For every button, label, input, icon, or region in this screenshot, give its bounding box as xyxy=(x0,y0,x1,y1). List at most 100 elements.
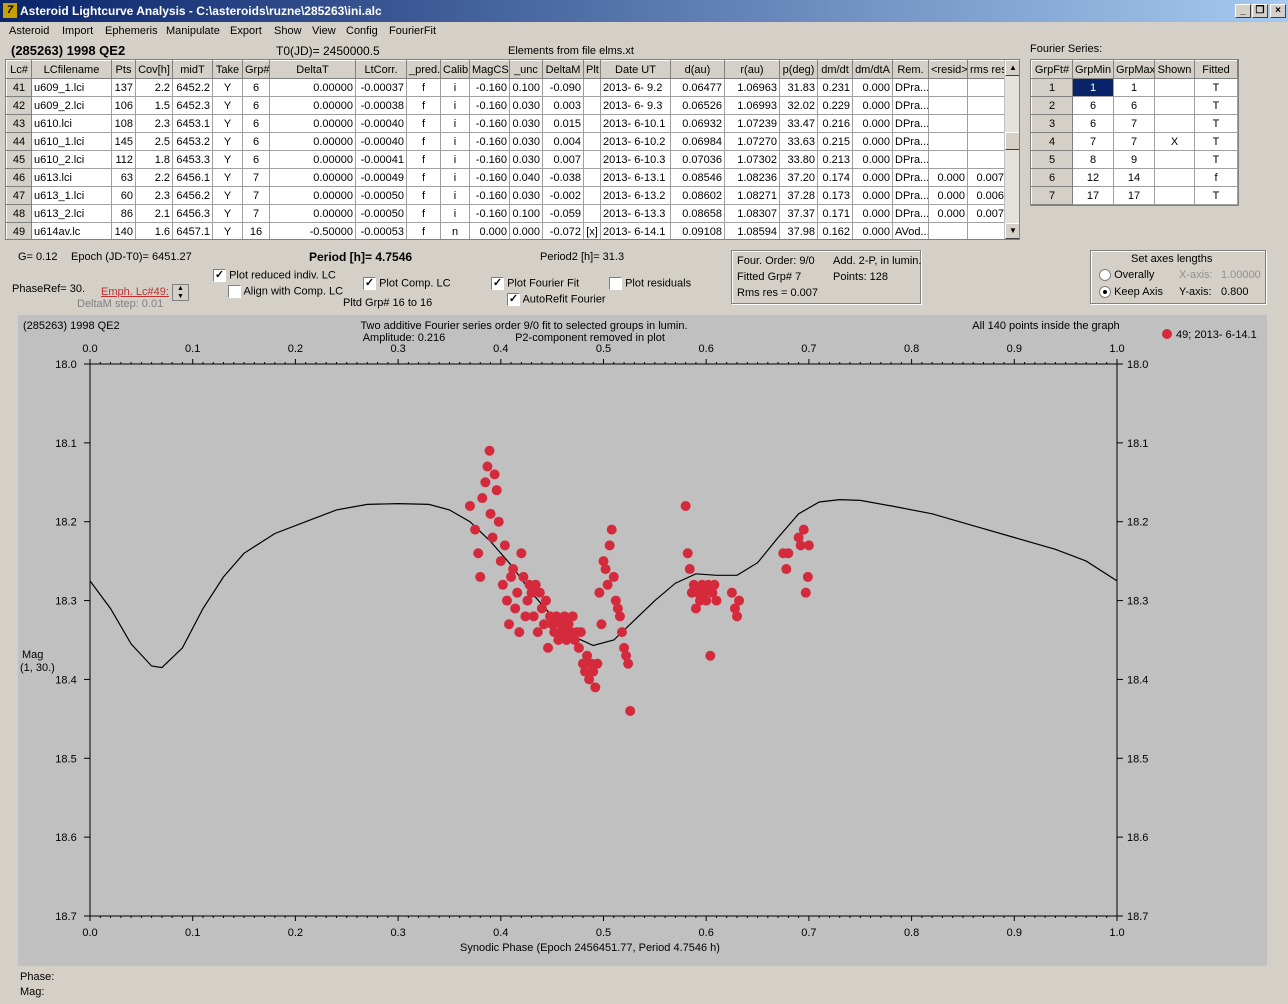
keep-axis-radio[interactable]: Keep Axis xyxy=(1099,286,1163,299)
fourier-cell[interactable] xyxy=(1154,114,1195,133)
lc-cell[interactable] xyxy=(928,150,968,169)
fourier-col-header[interactable]: GrpMin xyxy=(1072,60,1114,79)
lc-cell[interactable]: 6452.2 xyxy=(172,78,213,97)
lc-cell[interactable]: 0.229 xyxy=(817,96,853,115)
lc-table-row[interactable]: 49 u614av.lc 140 1.6 6457.1 Y 16 -0.50000 -0.000… xyxy=(6,222,1007,239)
lc-cell[interactable]: f xyxy=(406,150,441,169)
lc-cell[interactable]: 0.003 xyxy=(542,96,584,115)
fourier-cell[interactable]: f xyxy=(1194,168,1238,187)
lc-cell[interactable] xyxy=(583,132,601,151)
lc-col-header[interactable]: Date UT xyxy=(600,60,671,79)
lc-cell[interactable] xyxy=(967,132,1007,151)
lc-cell[interactable]: Y xyxy=(212,168,243,187)
fourier-col-header[interactable]: GrpFt# xyxy=(1031,60,1073,79)
lc-cell[interactable]: 0.030 xyxy=(509,114,543,133)
fourier-table-row[interactable]: 477XT xyxy=(1031,132,1238,151)
yaxis-value[interactable]: 0.800 xyxy=(1221,286,1249,298)
lc-row-header[interactable]: 42 xyxy=(6,96,32,115)
lc-cell[interactable]: f xyxy=(406,204,441,223)
lc-cell[interactable] xyxy=(967,150,1007,169)
lc-row-header[interactable]: 49 xyxy=(6,222,32,239)
lc-cell[interactable]: i xyxy=(440,132,470,151)
lc-cell[interactable]: i xyxy=(440,150,470,169)
lc-cell[interactable]: f xyxy=(406,222,441,239)
lc-cell[interactable]: 0.000 xyxy=(852,132,893,151)
lc-cell[interactable]: 6 xyxy=(242,150,270,169)
lc-table-row[interactable]: 42 u609_2.lci 106 1.5 6452.3 Y 6 0.00000 -0.0003… xyxy=(6,96,1007,115)
plot-residuals-check[interactable] xyxy=(609,277,622,290)
plot-reduced-checkbox[interactable]: ✓ Plot reduced indiv. LC xyxy=(213,269,336,282)
lc-cell[interactable]: Y xyxy=(212,186,243,205)
lc-cell[interactable]: -0.00053 xyxy=(355,222,407,239)
fourier-cell[interactable]: X xyxy=(1154,132,1195,151)
lc-cell[interactable]: 0.004 xyxy=(542,132,584,151)
lc-col-header[interactable]: Grp# xyxy=(242,60,270,79)
fourier-cell[interactable]: T xyxy=(1194,132,1238,151)
lc-cell[interactable]: 6 xyxy=(242,132,270,151)
lc-cell[interactable]: DPra... xyxy=(892,150,929,169)
lc-cell[interactable]: i xyxy=(440,96,470,115)
lc-table-row[interactable]: 48 u613_2.lci 86 2.1 6456.3 Y 7 0.00000 -0.00050… xyxy=(6,204,1007,223)
lc-cell[interactable] xyxy=(967,96,1007,115)
lc-cell[interactable]: AVod... xyxy=(892,222,929,239)
lc-cell[interactable]: 1.6 xyxy=(135,222,173,239)
lc-cell[interactable]: 0.100 xyxy=(509,78,543,97)
lc-row-header[interactable]: 48 xyxy=(6,204,32,223)
lc-row-header[interactable]: 44 xyxy=(6,132,32,151)
fourier-cell[interactable] xyxy=(1154,96,1195,115)
fourier-cell[interactable] xyxy=(1154,78,1195,97)
lc-cell[interactable] xyxy=(583,168,601,187)
lc-cell[interactable]: -0.160 xyxy=(469,78,510,97)
lc-cell[interactable]: u609_1.lci xyxy=(31,78,112,97)
scroll-up-button[interactable]: ▲ xyxy=(1005,60,1019,76)
fourier-cell[interactable]: 6 xyxy=(1113,96,1155,115)
lc-cell[interactable]: 0.06984 xyxy=(670,132,725,151)
fourier-cell[interactable]: T xyxy=(1194,150,1238,169)
lc-cell[interactable]: 137 xyxy=(111,78,136,97)
lc-cell[interactable] xyxy=(967,114,1007,133)
lc-col-header[interactable]: rms res xyxy=(967,60,1007,79)
lc-cell[interactable]: 1.07302 xyxy=(724,150,780,169)
deltam-spinner[interactable]: ▲ ▼ xyxy=(172,284,189,301)
minimize-button[interactable]: _ xyxy=(1235,4,1251,18)
lc-cell[interactable]: i xyxy=(440,186,470,205)
lc-table-row[interactable]: 44 u610_1.lci 145 2.5 6453.2 Y 6 0.00000 -0.0004… xyxy=(6,132,1007,151)
align-checkbox[interactable]: Align with Comp. LC xyxy=(228,285,343,298)
fourier-row-header[interactable]: 3 xyxy=(1031,114,1073,133)
lc-cell[interactable]: 0.015 xyxy=(542,114,584,133)
lc-cell[interactable]: Y xyxy=(212,150,243,169)
lc-table-row[interactable]: 45 u610_2.lci 112 1.8 6453.3 Y 6 0.00000 -0.0004… xyxy=(6,150,1007,169)
menu-show[interactable]: Show xyxy=(274,25,302,37)
lc-col-header[interactable]: Cov[h] xyxy=(135,60,173,79)
lc-cell[interactable]: 0.000 xyxy=(852,168,893,187)
lc-cell[interactable]: 0.00000 xyxy=(269,168,356,187)
lc-cell[interactable] xyxy=(967,78,1007,97)
lc-cell[interactable]: 6456.3 xyxy=(172,204,213,223)
lc-cell[interactable]: 6456.2 xyxy=(172,186,213,205)
lc-cell[interactable]: 2013- 6-13.3 xyxy=(600,204,671,223)
lc-cell[interactable]: u613_1.lci xyxy=(31,186,112,205)
fourier-row-header[interactable]: 4 xyxy=(1031,132,1073,151)
lc-cell[interactable]: 33.47 xyxy=(779,114,818,133)
lc-col-header[interactable]: _unc xyxy=(509,60,543,79)
lc-cell[interactable]: 0.173 xyxy=(817,186,853,205)
fourier-cell[interactable]: 12 xyxy=(1072,168,1114,187)
lc-cell[interactable]: 140 xyxy=(111,222,136,239)
lc-cell[interactable]: 2013- 6-10.3 xyxy=(600,150,671,169)
fourier-cell[interactable]: 7 xyxy=(1113,132,1155,151)
lc-cell[interactable]: 0.08546 xyxy=(670,168,725,187)
lc-cell[interactable]: 2.3 xyxy=(135,186,173,205)
lc-cell[interactable]: [x] xyxy=(583,222,601,239)
lc-cell[interactable]: 2.3 xyxy=(135,114,173,133)
plot-comp-check[interactable]: ✓ xyxy=(363,277,376,290)
menu-manipulate[interactable]: Manipulate xyxy=(166,25,220,37)
lc-cell[interactable] xyxy=(583,96,601,115)
lc-cell[interactable]: i xyxy=(440,114,470,133)
lc-cell[interactable]: 1.08271 xyxy=(724,186,780,205)
lc-table-row[interactable]: 41 u609_1.lci 137 2.2 6452.2 Y 6 0.00000 -0.0003… xyxy=(6,78,1007,97)
lc-cell[interactable] xyxy=(583,186,601,205)
lc-cell[interactable]: 2013- 6-13.1 xyxy=(600,168,671,187)
lc-cell[interactable] xyxy=(583,204,601,223)
lc-cell[interactable]: -0.00037 xyxy=(355,78,407,97)
fourier-cell[interactable]: 17 xyxy=(1113,186,1155,205)
